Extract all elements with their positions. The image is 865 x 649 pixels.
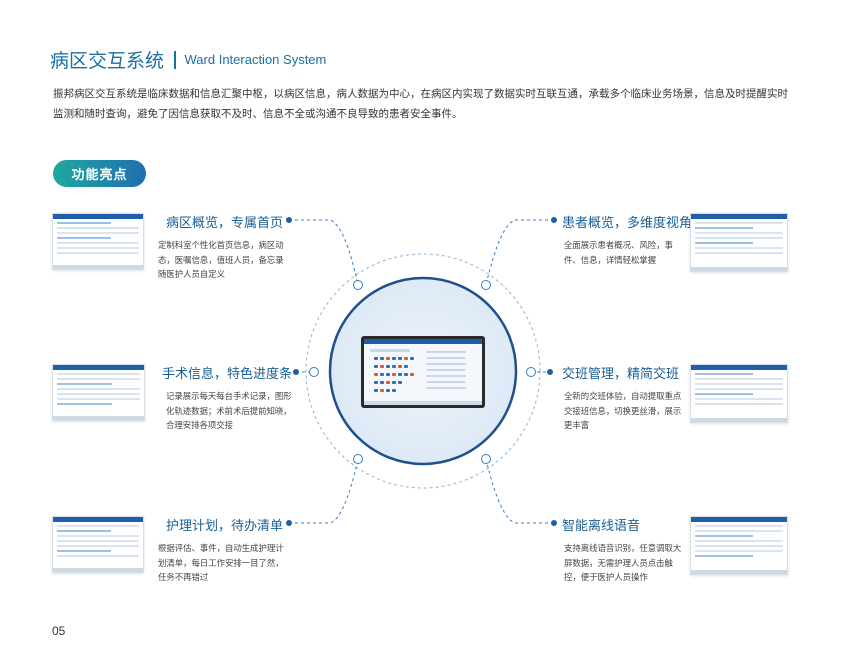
ward-overview-screenshot bbox=[52, 213, 144, 270]
monitor-screen bbox=[364, 339, 482, 405]
page-number: 05 bbox=[52, 624, 66, 638]
feature-title-ward-overview: 病区概览，专属首页 bbox=[166, 216, 284, 231]
feature-desc-shift-handover: 全新的交班体验，自动提取重点交接班信息，切换更丝滑，展示更丰富 bbox=[564, 391, 682, 430]
feature-desc-offline-voice: 支持离线语音识别，任意调取大屏数据，无需护理人员点击触控，便于医护人员操作 bbox=[564, 543, 682, 582]
surgery-info-screenshot bbox=[52, 364, 145, 421]
shift-handover-screenshot bbox=[690, 364, 788, 423]
feature-title-nursing-plan: 护理计划，待办清单 bbox=[166, 519, 284, 534]
feature-title-shift-handover: 交班管理，精简交班 bbox=[562, 367, 680, 382]
feature-desc-nursing-plan: 根据评估、事件，自动生成护理计划清单，每日工作安排一目了然，任务不再错过 bbox=[158, 543, 284, 582]
nursing-plan-screenshot bbox=[52, 516, 144, 573]
patient-overview-screenshot bbox=[690, 213, 788, 272]
feature-title-patient-overview: 患者概览，多维度视角 bbox=[562, 216, 693, 231]
feature-desc-patient-overview: 全面展示患者概况、风险，事件、信息，详情轻松掌握 bbox=[564, 240, 673, 265]
feature-title-surgery-info: 手术信息，特色进度条 bbox=[162, 367, 293, 382]
feature-title-offline-voice: 智能离线语音 bbox=[562, 519, 641, 534]
feature-desc-surgery-info: 记录展示每天每台手术记录，图形化轨迹数据；术前术后提前知晓，合理安排各项交接 bbox=[166, 391, 292, 430]
feature-desc-ward-overview: 定制科室个性化首页信息，病区动态，医嘱信息，值班人员，备忘录随医护人员自定义 bbox=[158, 240, 284, 279]
offline-voice-screenshot bbox=[690, 516, 788, 575]
center-monitor-image bbox=[361, 336, 485, 408]
